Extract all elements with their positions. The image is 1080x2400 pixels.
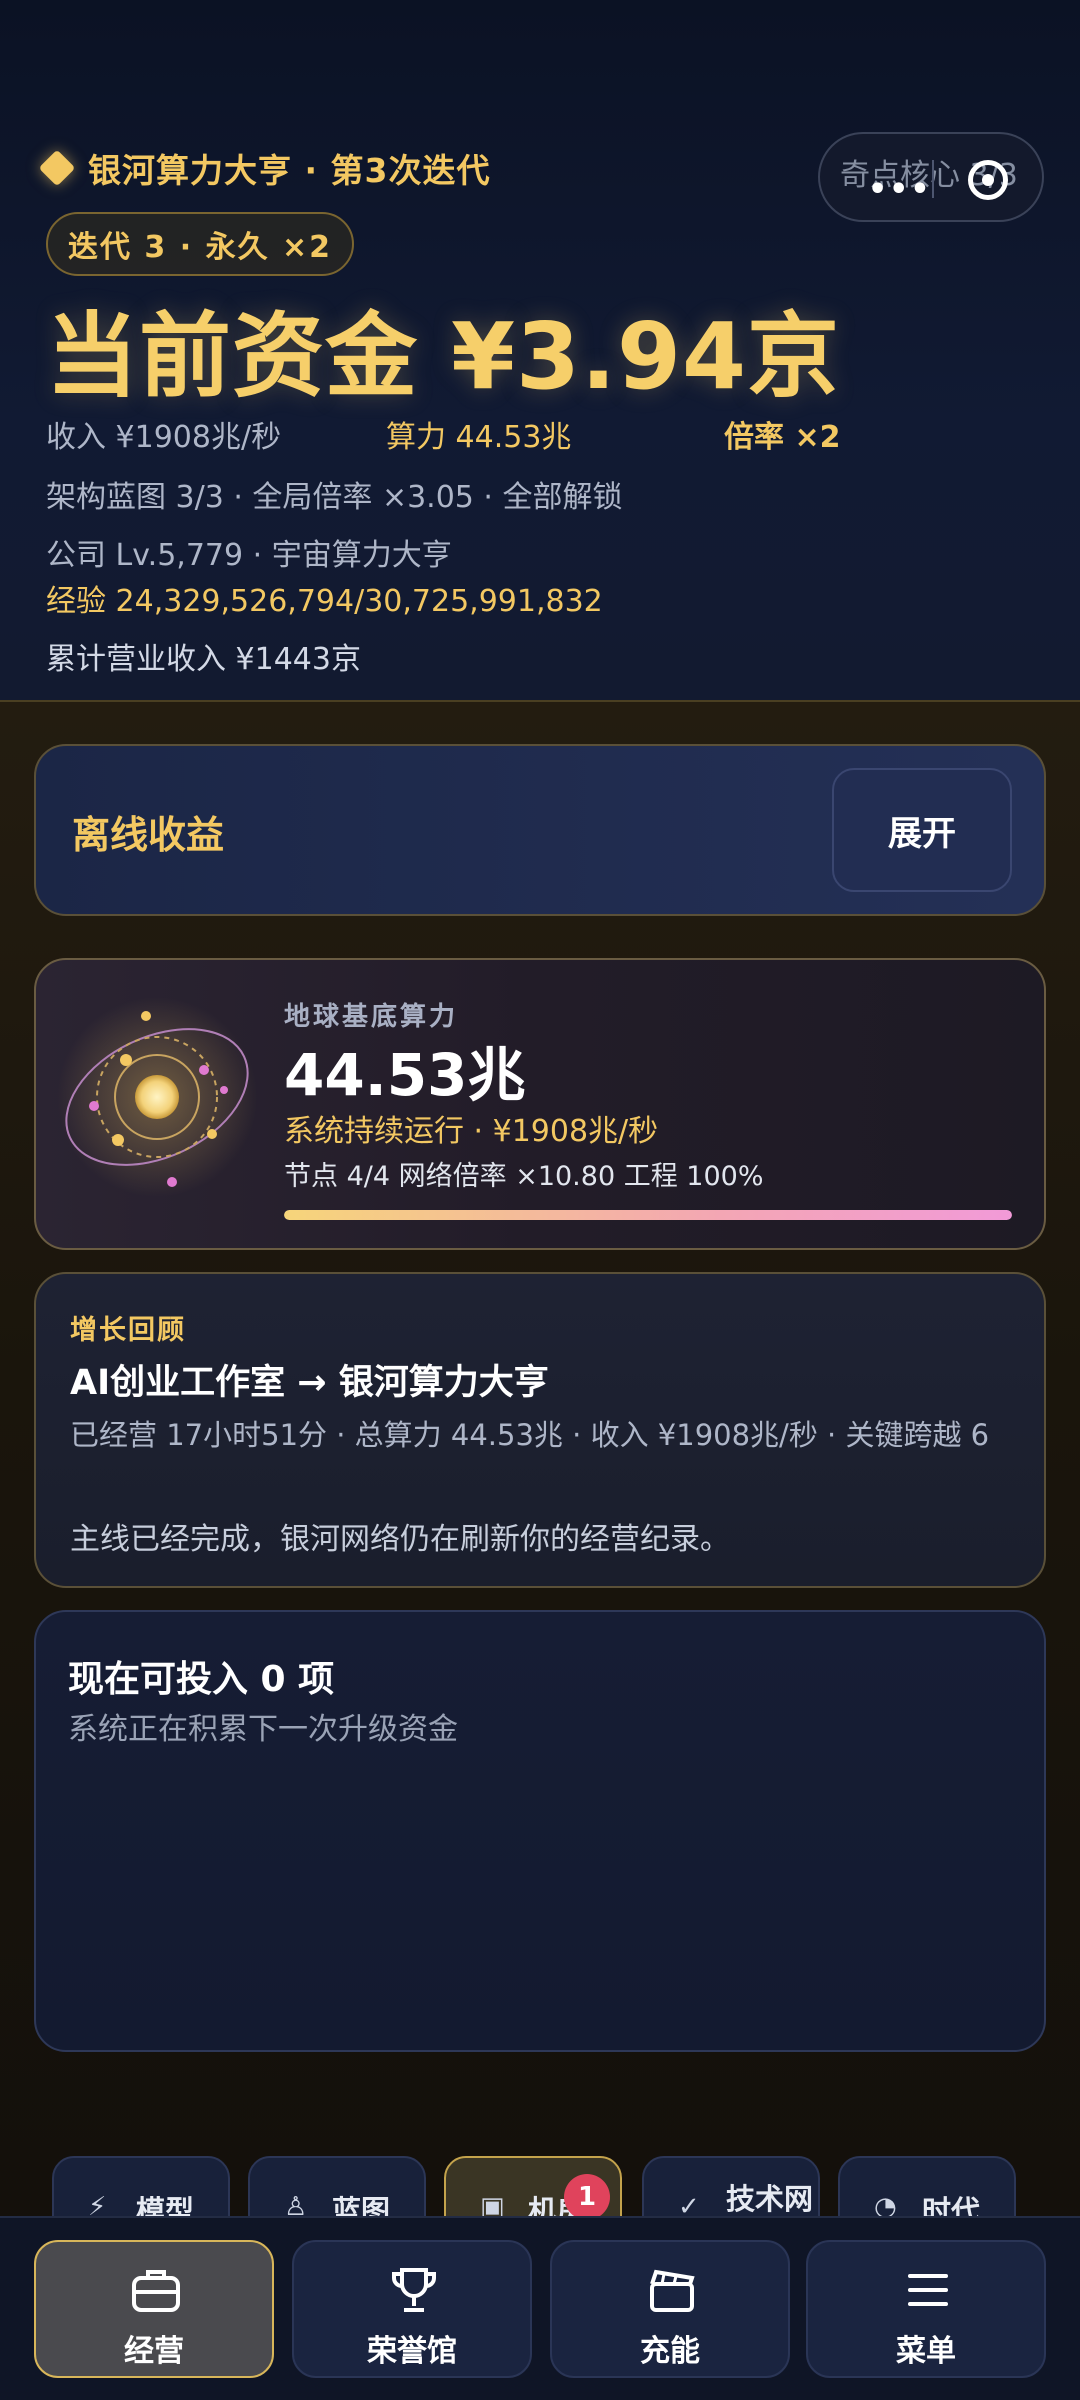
engineering-progress-fill (284, 1210, 1012, 1220)
company-level: 公司 Lv.5,779 · 宇宙算力大亨 (46, 538, 452, 573)
nav-label: 菜单 (896, 2334, 956, 2369)
earth-compute-card: 地球基底算力 44.53兆 系统持续运行 · ¥1908兆/秒 节点 4/4 网… (34, 958, 1046, 1250)
galaxy-orbit-icon (57, 997, 257, 1197)
mini-program-capsule[interactable]: 奇点核心 3/3 ••• (818, 132, 1044, 222)
current-funds: 当前资金 ¥3.94京 (46, 303, 841, 410)
capsule-divider (932, 160, 934, 198)
compute-power: 算力 44.53兆 (386, 420, 572, 455)
subtab-blueprint[interactable]: ♙ 蓝图 (248, 2156, 426, 2222)
nav-label: 充能 (640, 2334, 700, 2369)
subtab-tech-network[interactable]: ✓ 技术网 (642, 2156, 820, 2222)
income-rate: 收入 ¥1908兆/秒 (46, 420, 282, 455)
briefcase-icon (132, 2270, 180, 2312)
subtab-label: 技术网 (726, 2182, 814, 2216)
node-meta: 节点 4/4 网络倍率 ×10.80 工程 100% (284, 1161, 764, 1192)
growth-review-card: 增长回顾 AI创业工作室 → 银河算力大亨 已经营 17小时51分 · 总算力 … (34, 1272, 1046, 1588)
investable-title: 现在可投入 0 项 (68, 1659, 335, 1700)
iteration-badge: 迭代 3 · 永久 ×2 (46, 212, 354, 276)
investable-subtitle: 系统正在积累下一次升级资金 (68, 1712, 458, 1747)
nav-label: 荣誉馆 (367, 2334, 457, 2369)
growth-review-kicker: 增长回顾 (70, 1315, 186, 1346)
total-revenue: 累计营业收入 ¥1443京 (46, 642, 361, 677)
sub-navigation: ⚡ 模型 ♙ 蓝图 ▣ 机房 1 ✓ 技术网 ◔ 时代 (0, 2152, 1080, 2222)
nav-label: 经营 (124, 2334, 184, 2369)
subtab-model[interactable]: ⚡ 模型 (52, 2156, 230, 2222)
nav-hall-of-honor[interactable]: 荣誉馆 (292, 2240, 532, 2378)
game-title-text: 银河算力大亨 · 第3次迭代 (88, 151, 491, 190)
investable-card: 现在可投入 0 项 系统正在积累下一次升级资金 (34, 1610, 1046, 2052)
subtab-era[interactable]: ◔ 时代 (838, 2156, 1016, 2222)
offline-earnings-label: 离线收益 (72, 813, 225, 857)
nav-recharge[interactable]: 充能 (550, 2240, 790, 2378)
diamond-icon (38, 149, 76, 187)
trophy-icon (392, 2268, 436, 2312)
clapper-icon (650, 2269, 695, 2312)
growth-note: 主线已经完成，银河网络仍在刷新你的经营纪录。 (70, 1522, 730, 1557)
multiplier: 倍率 ×2 (724, 420, 841, 455)
running-status: 系统持续运行 · ¥1908兆/秒 (284, 1114, 659, 1149)
growth-path: AI创业工作室 → 银河算力大亨 (70, 1363, 549, 1403)
nav-operations[interactable]: 经营 (34, 2240, 274, 2378)
experience: 经验 24,329,526,794/30,725,991,832 (46, 584, 603, 619)
game-title: 银河算力大亨 · 第3次迭代 (38, 146, 491, 190)
engineering-progress-bar (284, 1210, 1012, 1220)
blueprint-status: 架构蓝图 3/3 · 全局倍率 ×3.05 · 全部解锁 (46, 480, 623, 515)
menu-icon (908, 2274, 948, 2306)
notification-badge: 1 (564, 2174, 610, 2220)
nav-menu[interactable]: 菜单 (806, 2240, 1046, 2378)
subtab-server-room[interactable]: ▣ 机房 1 (444, 2156, 622, 2222)
close-target-icon[interactable] (968, 160, 1008, 200)
more-icon[interactable]: ••• (868, 172, 932, 207)
offline-earnings-card: 离线收益 展开 (34, 744, 1046, 916)
earth-compute-value: 44.53兆 (284, 1041, 526, 1109)
growth-summary: 已经营 17小时51分 · 总算力 44.53兆 · 收入 ¥1908兆/秒 ·… (70, 1418, 990, 1452)
bottom-navigation: 经营 荣誉馆 充能 菜单 (0, 2216, 1080, 2400)
expand-button[interactable]: 展开 (832, 768, 1012, 892)
